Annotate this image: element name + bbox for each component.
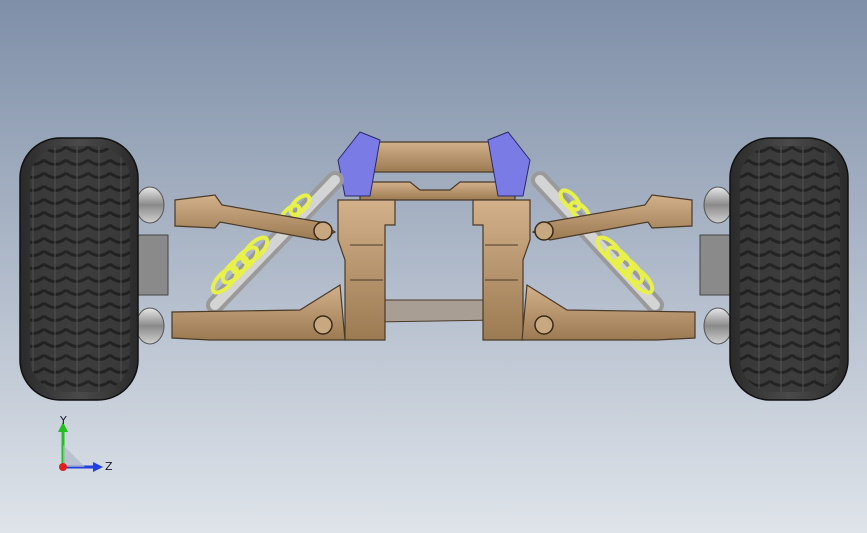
axis-plane (63, 445, 85, 467)
cad-viewport[interactable]: Y Z (0, 0, 867, 533)
orientation-triad[interactable]: Y Z (50, 410, 120, 480)
model-scene[interactable] (0, 0, 867, 533)
upper-left-pivot (313, 221, 333, 241)
x-axis-origin (59, 463, 67, 471)
y-axis-label: Y (59, 414, 67, 427)
left-hub (135, 186, 169, 345)
z-axis-label: Z (105, 460, 113, 473)
left-tire[interactable] (19, 137, 139, 401)
lower-right-pivot (534, 315, 554, 335)
right-tire[interactable] (729, 137, 849, 401)
right-hub (699, 186, 733, 345)
lower-left-pivot (313, 315, 333, 335)
z-axis-arrowhead (93, 462, 103, 472)
upper-right-pivot (534, 221, 554, 241)
